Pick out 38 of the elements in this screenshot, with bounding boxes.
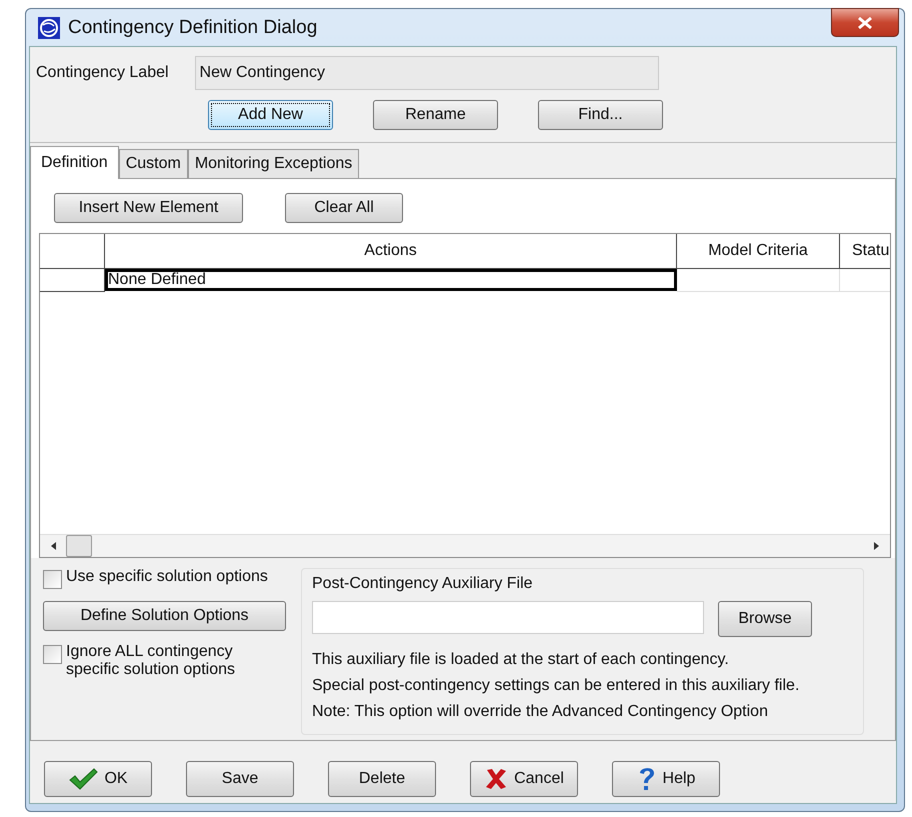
column-header[interactable]: Actions xyxy=(105,234,677,269)
tab[interactable]: Custom xyxy=(118,149,188,178)
group-title: Post-Contingency Auxiliary File xyxy=(312,575,534,593)
help-button[interactable]: Help xyxy=(612,761,720,797)
clear-all-button[interactable]: Clear All xyxy=(285,193,403,223)
define-options-button[interactable]: Define Solution Options xyxy=(43,601,286,631)
globe-icon xyxy=(38,16,60,38)
checkbox-label: Use specific solution options xyxy=(66,568,268,586)
ok-button[interactable]: OK xyxy=(44,761,152,797)
row-header xyxy=(40,269,105,292)
tab[interactable]: Monitoring Exceptions xyxy=(188,149,360,178)
add-new-button[interactable]: Add New xyxy=(208,100,333,130)
note-text: Note: This option will override the Advanced Contingency Option xyxy=(312,702,769,722)
checkbox[interactable] xyxy=(43,570,62,589)
close-button[interactable] xyxy=(831,8,899,37)
cancel-button[interactable]: Cancel xyxy=(470,761,578,797)
tab[interactable]: Definition xyxy=(30,146,119,179)
checkmark-icon xyxy=(68,767,98,791)
scroll-thumb[interactable] xyxy=(66,535,92,557)
checkbox[interactable] xyxy=(43,645,62,664)
insert-element-button[interactable]: Insert New Element xyxy=(54,193,243,223)
find-button[interactable]: Find... xyxy=(538,100,663,130)
label-field[interactable]: New Contingency xyxy=(194,56,659,90)
dialog-button[interactable]: Delete xyxy=(328,761,436,797)
file-path-field[interactable] xyxy=(312,601,704,634)
close-icon xyxy=(858,16,872,28)
table-cell[interactable]: None Defined xyxy=(105,269,677,291)
note-text: This auxiliary file is loaded at the start of each contingency. xyxy=(312,650,730,670)
dialog-button[interactable]: Save xyxy=(186,761,294,797)
window-title: Contingency Definition Dialog xyxy=(68,16,318,38)
horizontal-scrollbar[interactable] xyxy=(40,534,890,557)
field-label: Contingency Label xyxy=(36,64,169,82)
cross-icon xyxy=(484,767,508,791)
browse-button[interactable]: Browse xyxy=(718,601,812,637)
rename-button[interactable]: Rename xyxy=(373,100,498,130)
column-header[interactable]: Model Criteria xyxy=(677,234,840,269)
checkbox-label: Ignore ALL contingency specific solution options xyxy=(66,643,236,679)
note-text: Special post-contingency settings can be entered in this auxiliary file. xyxy=(312,676,800,696)
